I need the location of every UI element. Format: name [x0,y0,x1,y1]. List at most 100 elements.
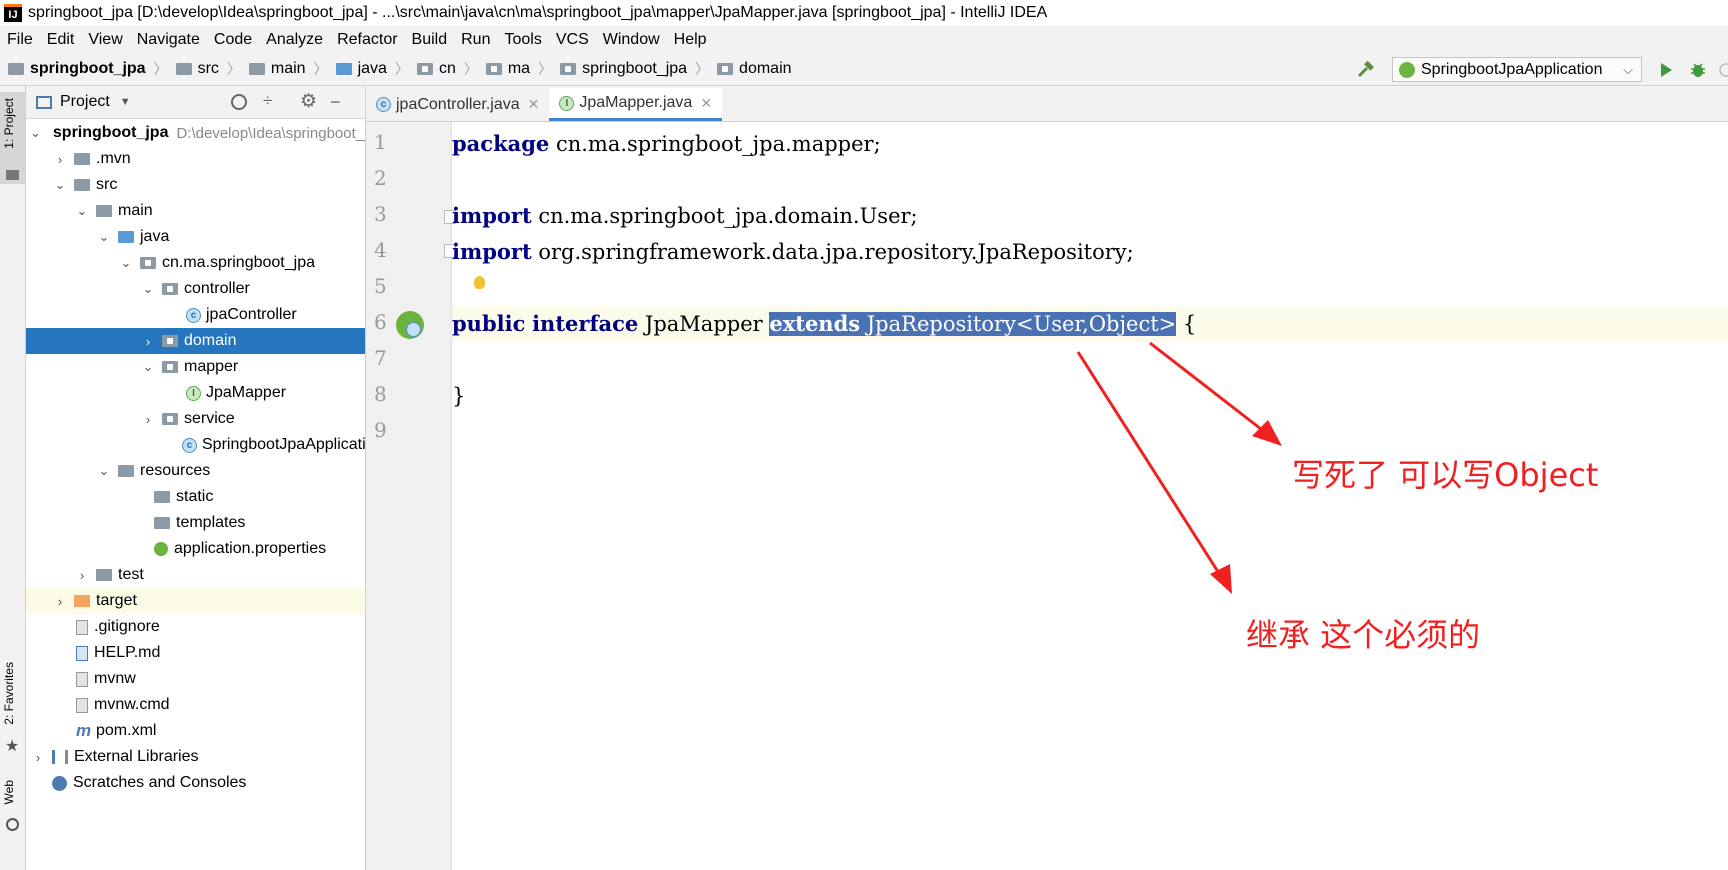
project-view-select[interactable]: Project [60,93,110,111]
collapse-all-icon[interactable]: ÷ [263,91,272,111]
tree-item-service[interactable]: › service [26,406,365,432]
menu-run[interactable]: Run [454,31,497,49]
tree-item-jpamapper[interactable]: I JpaMapper [26,380,365,406]
tree-item-target[interactable]: › target [26,588,365,614]
chevron-right-icon[interactable]: › [74,568,90,583]
chevron-right-icon[interactable]: › [30,750,46,765]
tree-item-resources[interactable]: ⌄ resources [26,458,365,484]
line-number: 5 [374,274,387,298]
menu-navigate[interactable]: Navigate [130,31,207,49]
tree-item-label: src [96,176,118,193]
code-line-6: public interface JpaMapper extends JpaRe… [452,306,1728,342]
chevron-down-icon[interactable]: ⌄ [96,229,112,245]
menu-help[interactable]: Help [667,31,714,49]
intellij-app-icon: IJ [4,4,22,22]
chevron-right-icon[interactable]: › [140,412,156,427]
tree-item-help-md[interactable]: HELP.md [26,640,365,666]
favorites-tool-tab[interactable]: 2: Favorites ★ [0,662,25,758]
breadcrumb-ma[interactable]: ma 〉 [478,59,552,79]
chevron-down-icon[interactable]: ⌄ [96,463,112,479]
menu-vcs[interactable]: VCS [549,31,596,49]
breadcrumb-cn[interactable]: cn 〉 [409,59,478,79]
tree-item-pom-xml[interactable]: m pom.xml [26,718,365,744]
project-tool-tab[interactable]: 1: Project [0,92,25,184]
tree-item-scratches[interactable]: Scratches and Consoles [26,770,365,796]
breadcrumb-main[interactable]: main 〉 [241,59,328,79]
coverage-icon[interactable] [1717,61,1728,79]
tree-item-main[interactable]: ⌄ main [26,198,365,224]
hide-panel-icon[interactable]: − [330,92,341,113]
chevron-right-icon[interactable]: › [52,594,68,609]
tree-item-package-root[interactable]: ⌄ cn.ma.springboot_jpa [26,250,365,276]
keyword: interface [532,311,639,336]
tree-item-mvnw[interactable]: mvnw [26,666,365,692]
tree-item-test[interactable]: › test [26,562,365,588]
menu-edit[interactable]: Edit [40,31,82,49]
tree-item-domain[interactable]: › domain [26,328,365,354]
tree-item-controller[interactable]: ⌄ controller [26,276,365,302]
tree-item-static[interactable]: static [26,484,365,510]
debug-icon[interactable] [1689,61,1707,79]
breadcrumb-project[interactable]: springboot_jpa 〉 [0,59,168,79]
tree-item-label: JpaMapper [206,384,287,401]
menu-file[interactable]: File [0,31,40,49]
code-text: { [1176,312,1197,336]
web-tool-tab[interactable]: Web [0,780,25,850]
tree-item-label: main [118,202,153,219]
tree-item-mapper[interactable]: ⌄ mapper [26,354,365,380]
close-icon[interactable]: ✕ [528,96,540,113]
chevron-down-icon[interactable]: ⌄ [74,203,90,219]
chevron-down-icon[interactable]: ⌄ [30,125,41,141]
chevron-right-icon: 〉 [538,61,553,77]
tree-item-springbootjpaapplication[interactable]: c SpringbootJpaApplication [26,432,365,458]
menu-refactor[interactable]: Refactor [330,31,404,49]
tree-item-gitignore[interactable]: .gitignore [26,614,365,640]
breadcrumb-springboot-jpa[interactable]: springboot_jpa 〉 [552,59,709,79]
menu-tools[interactable]: Tools [497,31,548,49]
run-icon[interactable] [1657,61,1675,79]
breadcrumb-label: springboot_jpa [582,60,688,77]
menu-analyze[interactable]: Analyze [259,31,330,49]
chevron-down-icon[interactable]: ⌄ [140,359,156,375]
menu-code[interactable]: Code [207,31,259,49]
tree-item-java[interactable]: ⌄ java [26,224,365,250]
folder-icon [175,63,192,75]
tree-item-templates[interactable]: templates [26,510,365,536]
tree-item-application-properties[interactable]: application.properties [26,536,365,562]
tree-item-springboot-jpa[interactable]: ⌄ springboot_jpa D:\develop\Idea\springboo… [26,120,365,146]
interface-icon: I [186,385,201,401]
tree-item-mvnw-cmd[interactable]: mvnw.cmd [26,692,365,718]
run-configuration-select[interactable]: SpringbootJpaApplication ⌵ [1392,57,1642,82]
chevron-right-icon[interactable]: › [140,334,156,349]
chevron-down-icon[interactable]: ⌄ [118,255,134,271]
breadcrumb-domain[interactable]: domain [709,60,792,78]
folder-icon [248,63,265,75]
editor-tab-jpamapper[interactable]: I JpaMapper.java ✕ [549,88,723,121]
project-panel-header: Project ▼ ÷ ⚙ − [26,86,365,119]
chevron-down-icon[interactable]: ▼ [120,96,131,108]
editor-tab-jpacontroller[interactable]: c jpaController.java ✕ [366,88,549,121]
gear-icon[interactable]: ⚙ [300,90,317,113]
breadcrumb-src[interactable]: src 〉 [168,59,241,79]
build-hammer-icon[interactable] [1356,60,1376,80]
chevron-down-icon[interactable]: ⌄ [52,177,68,193]
breadcrumb-label: domain [739,60,792,77]
menu-build[interactable]: Build [405,31,455,49]
breadcrumb-java[interactable]: java 〉 [328,59,409,79]
folder-icon [74,179,90,191]
tree-item-jpacontroller[interactable]: c jpaController [26,302,365,328]
editor-gutter[interactable]: 1 2 3 4 5 6 7 8 9 [366,122,456,870]
tree-item-src[interactable]: ⌄ src [26,172,365,198]
tree-item-mvn[interactable]: › .mvn [26,146,365,172]
tree-item-label: External Libraries [74,748,199,765]
menu-window[interactable]: Window [596,31,667,49]
chevron-right-icon[interactable]: › [52,152,68,167]
editor-tab-bar: c jpaController.java ✕ I JpaMapper.java ✕ [366,86,1728,122]
close-icon[interactable]: ✕ [700,95,712,112]
tree-item-external-libraries[interactable]: › External Libraries [26,744,365,770]
intention-bulb-icon[interactable] [474,276,485,289]
code-area[interactable]: package cn.ma.springboot_jpa.mapper; imp… [452,122,1728,870]
locate-file-icon[interactable] [231,94,247,110]
menu-view[interactable]: View [81,31,129,49]
chevron-down-icon[interactable]: ⌄ [140,281,156,297]
